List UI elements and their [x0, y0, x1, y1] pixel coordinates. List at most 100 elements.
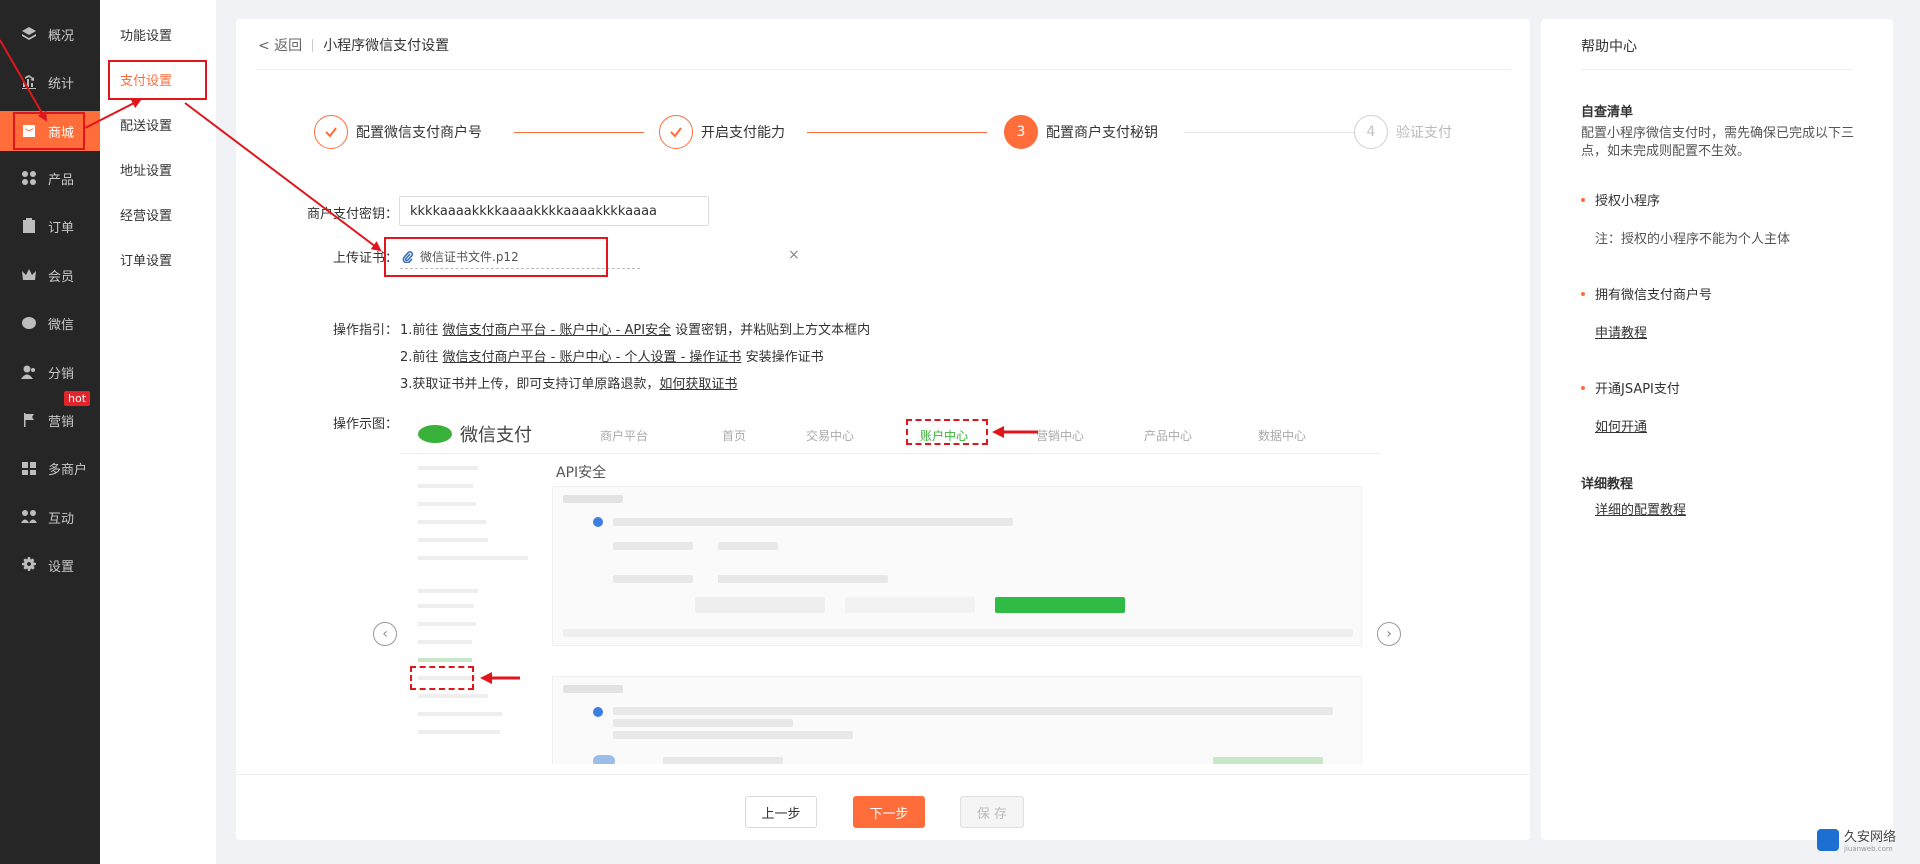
sidebar-item-label: 微信 — [48, 317, 75, 333]
watermark-logo — [1817, 828, 1839, 851]
breadcrumb: < 返回 小程序微信支付设置 — [258, 35, 449, 55]
example-prev-button[interactable]: ‹ — [373, 622, 397, 646]
step-number: 4 — [1354, 115, 1388, 149]
hot-badge: hot — [64, 391, 91, 406]
watermark: 久安网络 jiuanweb.com — [1817, 826, 1896, 853]
step-3: 3 配置商户支付秘钥 — [1004, 115, 1158, 149]
step-connector — [514, 132, 644, 133]
step-label: 配置微信支付商户号 — [356, 125, 482, 141]
annotation-box-shop — [13, 112, 85, 150]
sidebar-item-label: 概况 — [48, 28, 75, 44]
get-cert-link[interactable]: 如何获取证书 — [659, 377, 737, 392]
wechat-icon — [20, 314, 38, 332]
crown-icon — [20, 266, 38, 284]
sidebar-item-label: 设置 — [48, 559, 75, 575]
checklist-item-2: 拥有微信支付商户号 — [1581, 284, 1712, 303]
gear-icon — [20, 556, 38, 574]
red-arrow-icon — [992, 426, 1038, 438]
checklist-item-1: 授权小程序 — [1581, 190, 1660, 209]
remove-file-icon[interactable]: × — [788, 247, 800, 263]
subnav-delivery[interactable]: 配送设置 — [120, 115, 172, 134]
sidebar-item-label: 订单 — [48, 220, 75, 236]
save-button[interactable]: 保 存 — [960, 796, 1024, 828]
checklist-title: 自查清单 — [1581, 105, 1634, 120]
how-to-enable-link[interactable]: 如何开通 — [1595, 416, 1647, 435]
users-icon — [20, 363, 38, 381]
step-4: 4 验证支付 — [1354, 115, 1452, 149]
header-divider — [256, 69, 1510, 70]
sidebar-item-label: 互动 — [48, 511, 75, 527]
subnav-order[interactable]: 订单设置 — [120, 250, 172, 269]
step-label: 配置商户支付秘钥 — [1046, 125, 1158, 141]
flag-icon — [20, 411, 38, 429]
step-label: 开启支付能力 — [701, 125, 785, 141]
sidebar-item-stats[interactable]: 统计 — [0, 62, 100, 102]
step-label: 验证支付 — [1396, 125, 1452, 141]
example-label: 操作示图： — [333, 417, 399, 432]
chart-icon — [20, 73, 38, 91]
step-1: 配置微信支付商户号 — [314, 115, 482, 149]
step-connector — [807, 132, 987, 133]
watermark-name: 久安网络 — [1844, 830, 1897, 845]
example-side-highlight — [410, 666, 474, 690]
example-panel — [552, 676, 1362, 764]
subnav-function[interactable]: 功能设置 — [120, 25, 172, 44]
watermark-domain: jiuanweb.com — [1844, 845, 1893, 853]
back-link[interactable]: < 返回 — [258, 35, 302, 55]
sidebar-item-merchant[interactable]: 多商户 — [0, 448, 100, 488]
merchant-key-input[interactable] — [399, 196, 709, 226]
sidebar-item-label: 统计 — [48, 76, 75, 92]
example-nav-item: 商户平台 — [600, 429, 649, 443]
help-title: 帮助中心 — [1581, 39, 1637, 55]
example-section-title: API安全 — [556, 465, 607, 481]
store-icon — [20, 459, 38, 477]
main-panel: < 返回 小程序微信支付设置 配置微信支付商户号 开启支付能力 3 配置商户支付… — [236, 19, 1530, 840]
detailed-tutorial-link[interactable]: 详细的配置教程 — [1595, 499, 1686, 518]
apply-tutorial-link[interactable]: 申请教程 — [1595, 322, 1647, 341]
guide-line-1: 1.前往 微信支付商户平台 - 账户中心 - API安全 设置密钥，并粘贴到上方… — [400, 323, 871, 338]
subnav-address[interactable]: 地址设置 — [120, 160, 172, 179]
page-title: 小程序微信支付设置 — [323, 38, 450, 54]
clipboard-icon — [20, 217, 38, 235]
sidebar-item-interact[interactable]: 互动 — [0, 497, 100, 537]
step-2: 开启支付能力 — [659, 115, 785, 149]
sidebar-item-label: 产品 — [48, 172, 75, 188]
step-connector — [1184, 132, 1354, 133]
footer-bar: 上一步 下一步 保 存 — [236, 774, 1530, 840]
operation-cert-link[interactable]: 微信支付商户平台 - 账户中心 - 个人设置 - 操作证书 — [443, 350, 742, 365]
check-icon — [314, 115, 348, 149]
example-next-button[interactable]: › — [1377, 622, 1401, 646]
example-nav-item: 数据中心 — [1258, 429, 1307, 443]
subnav-business[interactable]: 经营设置 — [120, 205, 172, 224]
sidebar-item-order[interactable]: 订单 — [0, 206, 100, 246]
sidebar-item-product[interactable]: 产品 — [0, 158, 100, 198]
help-divider — [1581, 69, 1853, 70]
guide-label: 操作指引： — [333, 323, 399, 338]
annotation-box-payment — [108, 60, 207, 100]
stepper: 配置微信支付商户号 开启支付能力 3 配置商户支付秘钥 4 验证支付 — [314, 115, 1474, 155]
wechatpay-logo: 微信支付 — [418, 421, 532, 447]
prev-step-button[interactable]: 上一步 — [745, 796, 817, 828]
api-security-link[interactable]: 微信支付商户平台 - 账户中心 - API安全 — [443, 323, 671, 338]
step-number: 3 — [1004, 115, 1038, 149]
sidebar-item-wechat[interactable]: 微信 — [0, 303, 100, 343]
grid-icon — [20, 169, 38, 187]
next-step-button[interactable]: 下一步 — [853, 796, 925, 828]
example-highlight — [906, 419, 988, 445]
sidebar-item-marketing[interactable]: 营销 — [0, 400, 100, 440]
example-nav-item: 首页 — [722, 429, 747, 443]
key-label: 商户支付密钥： — [306, 207, 398, 222]
sidebar-item-label: 分销 — [48, 366, 75, 382]
sidebar-item-member[interactable]: 会员 — [0, 255, 100, 295]
layers-icon — [20, 25, 38, 43]
checklist-desc: 配置小程序微信支付时，需先确保已完成以下三点，如未完成则配置不生效。 — [1581, 126, 1855, 159]
example-panel — [552, 486, 1362, 646]
sidebar-item-label: 营销 — [48, 414, 75, 430]
sidebar-item-distribution[interactable]: 分销 — [0, 352, 100, 392]
guide-line-3: 3.获取证书并上传，即可支持订单原路退款，如何获取证书 — [400, 377, 738, 392]
breadcrumb-divider — [312, 38, 314, 52]
sidebar-item-label: 会员 — [48, 269, 75, 285]
sidebar-item-settings[interactable]: 设置 — [0, 545, 100, 585]
sidebar-item-overview[interactable]: 概况 — [0, 14, 100, 54]
example-sidemenu — [418, 459, 528, 741]
